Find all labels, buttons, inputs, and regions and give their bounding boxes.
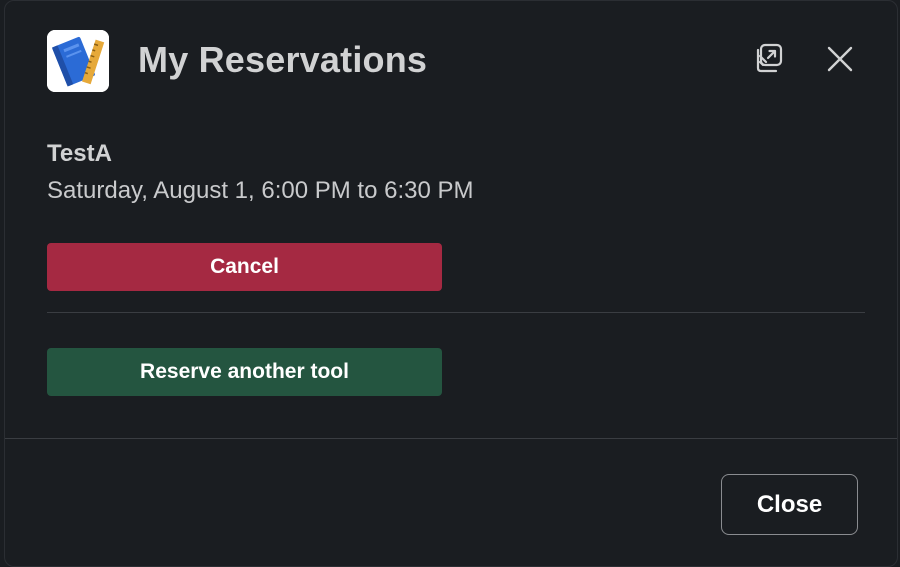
close-icon — [826, 45, 854, 78]
popout-window-icon — [751, 42, 785, 81]
notebook-ruler-icon — [47, 30, 109, 92]
popout-button[interactable] — [748, 41, 788, 81]
reserve-another-tool-button[interactable]: Reserve another tool — [47, 348, 442, 396]
cancel-button[interactable]: Cancel — [47, 243, 442, 291]
close-button[interactable]: Close — [721, 474, 858, 535]
divider — [47, 312, 865, 313]
close-x-button[interactable] — [820, 41, 860, 81]
modal-header: My Reservations — [5, 1, 897, 121]
modal-title: My Reservations — [138, 39, 428, 80]
modal-body: TestA Saturday, August 1, 6:00 PM to 6:3… — [47, 139, 865, 396]
reservations-modal: My Reservations TestA Saturday, August 1… — [4, 0, 898, 567]
reservation-time: Saturday, August 1, 6:00 PM to 6:30 PM — [47, 177, 474, 204]
footer-divider — [5, 438, 897, 439]
reservation-name: TestA — [47, 140, 112, 167]
